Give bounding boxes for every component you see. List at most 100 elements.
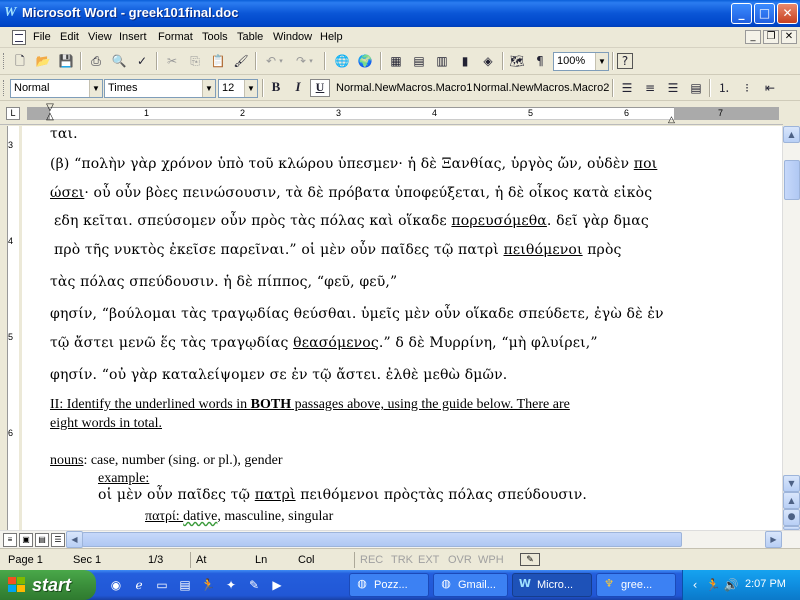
word-app-icon[interactable]: W [4, 5, 20, 21]
save-icon[interactable]: 💾 [56, 52, 76, 70]
macro1-button[interactable]: Normal.NewMacros.Macro1 [336, 82, 472, 94]
outline-view-icon[interactable]: ☰ [51, 533, 65, 547]
right-indent-marker[interactable]: △ [668, 114, 675, 125]
menu-view[interactable]: View [88, 31, 112, 43]
doc-minimize-button[interactable]: _ [745, 30, 761, 44]
drawing-icon[interactable]: ◈ [478, 52, 498, 70]
vertical-scrollbar[interactable]: ▲ ▼ ▲ ● [782, 126, 800, 530]
print-icon[interactable]: ⎙ [86, 52, 106, 70]
status-wph[interactable]: WPH [478, 554, 504, 566]
chevron-down-icon[interactable]: ▼ [202, 80, 215, 97]
menu-window[interactable]: Window [273, 31, 312, 43]
internet-explorer-icon[interactable]: ℯ [131, 577, 147, 593]
tab-selector[interactable]: L [6, 107, 20, 120]
quicklaunch-tool-icon[interactable]: ✎ [246, 577, 262, 593]
copy-icon[interactable]: ⎘ [185, 52, 205, 70]
show-hide-pilcrow-icon[interactable]: ¶ [530, 52, 550, 70]
chevron-down-icon[interactable]: ▼ [89, 80, 102, 97]
font-select[interactable]: Times ▼ [104, 79, 216, 98]
status-ext[interactable]: EXT [418, 554, 439, 566]
font-size-select[interactable]: 12 ▼ [218, 79, 258, 98]
undo-dropdown-icon[interactable]: ▾ [276, 52, 286, 70]
tray-expand-icon[interactable]: ‹ [687, 577, 703, 593]
print-preview-icon[interactable]: 🔍 [109, 52, 129, 70]
menu-format[interactable]: Format [158, 31, 193, 43]
status-trk[interactable]: TRK [391, 554, 413, 566]
clock[interactable]: 2:07 PM [745, 578, 786, 590]
print-layout-view-icon[interactable]: ▤ [35, 533, 49, 547]
spelling-icon[interactable]: ✓ [132, 52, 152, 70]
normal-view-icon[interactable]: ≡ [3, 533, 17, 547]
columns-icon[interactable]: ▮ [455, 52, 475, 70]
quicklaunch-runner-icon[interactable]: 🏃 [200, 577, 216, 593]
menu-file[interactable]: File [33, 31, 51, 43]
taskbar-item[interactable]: ♆ gree... [596, 573, 676, 597]
previous-page-icon[interactable]: ▲ [783, 492, 800, 509]
underline-icon[interactable]: U [310, 79, 330, 97]
tables-borders-icon[interactable]: ▦ [386, 52, 406, 70]
status-rec[interactable]: REC [360, 554, 383, 566]
menu-help[interactable]: Help [320, 31, 343, 43]
quicklaunch-star-icon[interactable]: ✦ [223, 577, 239, 593]
align-left-icon[interactable]: ☰ [617, 79, 637, 97]
maximize-button[interactable]: □ [754, 3, 775, 24]
menu-edit[interactable]: Edit [60, 31, 79, 43]
numbering-icon[interactable]: ⒈ [714, 79, 734, 97]
cut-icon[interactable]: ✂ [162, 52, 182, 70]
italic-icon[interactable]: I [288, 79, 308, 97]
vertical-scroll-thumb[interactable] [784, 160, 800, 200]
help-icon[interactable]: ? [617, 53, 633, 69]
horizontal-scroll-thumb[interactable] [82, 532, 682, 547]
open-folder-icon[interactable]: 📂 [33, 52, 53, 70]
tray-speaker-icon[interactable]: 🔊 [723, 577, 739, 593]
select-browse-object-icon[interactable]: ● [783, 509, 800, 526]
media-player-icon[interactable]: ◉ [108, 577, 124, 593]
insert-excel-icon[interactable]: ▥ [432, 52, 452, 70]
style-select[interactable]: Normal ▼ [10, 79, 103, 98]
show-desktop-icon[interactable]: ▭ [154, 577, 170, 593]
document-map-icon[interactable]: 🗺 [507, 52, 527, 70]
taskbar-item[interactable]: ◍ Pozz... [349, 573, 429, 597]
align-center-icon[interactable]: ≡ [640, 79, 660, 97]
bullets-icon[interactable]: ⁝ [737, 79, 757, 97]
toolbar-grip[interactable] [3, 80, 6, 96]
hyperlink-icon[interactable]: 🌐 [332, 52, 352, 70]
taskbar-item-active[interactable]: W Micro... [512, 573, 592, 597]
status-ovr[interactable]: OVR [448, 554, 472, 566]
menu-insert[interactable]: Insert [119, 31, 147, 43]
web-toolbar-icon[interactable]: 🌍 [355, 52, 375, 70]
quicklaunch-media-icon[interactable]: ▶ [269, 577, 285, 593]
toolbar-grip[interactable] [3, 53, 6, 69]
document-icon[interactable] [12, 30, 26, 45]
scroll-left-icon[interactable]: ◀ [66, 531, 83, 548]
format-painter-icon[interactable]: 🖌 [231, 52, 251, 70]
document-page[interactable]: ται. (β) “πολὴν γὰρ χρόνον ὑπὸ τοῦ κλώρο… [22, 126, 782, 530]
spelling-status-icon[interactable]: ✎ [520, 553, 540, 566]
paste-icon[interactable]: 📋 [208, 52, 228, 70]
chevron-down-icon[interactable]: ▼ [595, 53, 608, 70]
align-right-icon[interactable]: ☰ [663, 79, 683, 97]
decrease-indent-icon[interactable]: ⇤ [760, 79, 780, 97]
bold-icon[interactable]: B [266, 79, 286, 97]
title-bar[interactable]: W Microsoft Word - greek101final.doc _ □… [0, 0, 800, 27]
doc-close-button[interactable]: ✕ [781, 30, 797, 44]
quicklaunch-app-icon[interactable]: ▤ [177, 577, 193, 593]
macro2-button[interactable]: Normal.NewMacros.Macro2 [473, 82, 609, 94]
taskbar-item[interactable]: ◍ Gmail... [433, 573, 508, 597]
tray-runner-icon[interactable]: 🏃 [705, 577, 721, 593]
doc-restore-button[interactable]: ❐ [763, 30, 779, 44]
vertical-ruler[interactable]: 3 4 5 6 [0, 126, 22, 530]
minimize-button[interactable]: _ [731, 3, 752, 24]
chevron-down-icon[interactable]: ▼ [244, 80, 257, 97]
close-button[interactable]: ✕ [777, 3, 798, 24]
scroll-right-icon[interactable]: ▶ [765, 531, 782, 548]
justify-icon[interactable]: ▤ [686, 79, 706, 97]
scroll-down-icon[interactable]: ▼ [783, 475, 800, 492]
indent-marker[interactable]: ▽ △ [44, 103, 56, 125]
web-layout-view-icon[interactable]: ▣ [19, 533, 33, 547]
zoom-select[interactable]: 100% ▼ [553, 52, 609, 71]
menu-table[interactable]: Table [237, 31, 263, 43]
menu-tools[interactable]: Tools [202, 31, 228, 43]
start-button[interactable]: start [0, 570, 96, 600]
insert-table-icon[interactable]: ▤ [409, 52, 429, 70]
